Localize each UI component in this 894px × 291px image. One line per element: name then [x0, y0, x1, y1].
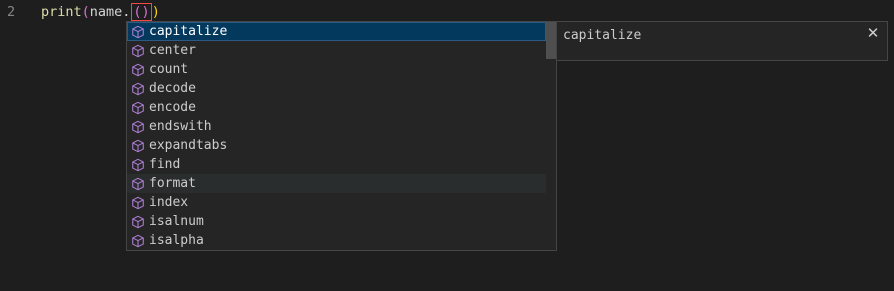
suggest-item[interactable]: endswith [127, 117, 546, 136]
symbol-method-icon [132, 82, 144, 96]
suggest-item[interactable]: format [127, 174, 546, 193]
suggest-list[interactable]: capitalize center count decode encode endswit… [127, 22, 546, 250]
symbol-method-icon [132, 158, 144, 172]
suggest-item-label: find [149, 157, 181, 172]
suggest-item[interactable]: find [127, 155, 546, 174]
code-text[interactable]: print(name.()) [41, 2, 160, 22]
suggest-item-label: encode [149, 100, 196, 115]
suggest-item[interactable]: index [127, 193, 546, 212]
suggest-item[interactable]: capitalize [127, 22, 546, 41]
symbol-method-icon [132, 25, 144, 39]
suggest-item-label: index [149, 195, 189, 210]
suggest-item[interactable]: encode [127, 98, 546, 117]
suggest-item[interactable]: count [127, 60, 546, 79]
line-number: 2 [7, 4, 16, 20]
symbol-method-icon [132, 177, 144, 191]
symbol-method-icon [132, 63, 144, 77]
symbol-method-icon [132, 234, 144, 248]
suggest-item-label: isalnum [149, 214, 204, 229]
suggest-item-label: decode [149, 81, 196, 96]
suggest-widget[interactable]: capitalize center count decode encode endswit… [126, 21, 557, 251]
details-title: capitalize [563, 28, 642, 43]
suggest-item-label: endswith [149, 119, 212, 134]
symbol-method-icon [132, 101, 144, 115]
suggest-item-label: expandtabs [149, 138, 228, 153]
code-token-open-paren: ( [81, 4, 90, 20]
symbol-method-icon [132, 215, 144, 229]
suggest-item[interactable]: center [127, 41, 546, 60]
suggest-item-label: format [149, 176, 196, 191]
suggest-item[interactable]: isalnum [127, 212, 546, 231]
suggest-item[interactable]: decode [127, 79, 546, 98]
code-token-variable: name. [89, 4, 131, 20]
code-token-function: print [41, 4, 82, 20]
code-token-close-paren: ) [151, 4, 160, 20]
suggest-item-label: center [149, 43, 196, 58]
symbol-method-icon [132, 139, 144, 153]
suggest-item-label: count [149, 62, 189, 77]
code-line[interactable]: 2 print(name.()) [0, 2, 894, 22]
suggest-item[interactable]: isalpha [127, 231, 546, 250]
symbol-method-icon [132, 120, 144, 134]
suggest-details: capitalize ✕ [557, 21, 888, 61]
close-icon[interactable]: ✕ [865, 25, 881, 41]
symbol-method-icon [132, 196, 144, 210]
suggest-scrollbar[interactable] [546, 22, 556, 59]
code-token-cursor-parens: () [131, 3, 152, 21]
suggest-item[interactable]: expandtabs [127, 136, 546, 155]
editor[interactable]: 2 print(name.()) capitalize center count de… [0, 0, 894, 291]
suggest-item-label: capitalize [149, 24, 228, 39]
symbol-method-icon [132, 44, 144, 58]
suggest-item-label: isalpha [149, 233, 204, 248]
